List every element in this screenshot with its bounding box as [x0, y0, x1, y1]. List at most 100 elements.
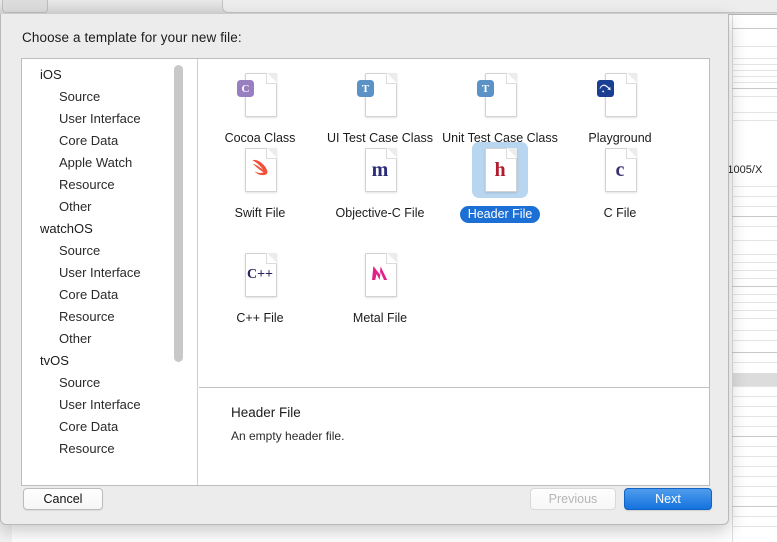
template-item-label: C++ File [201, 311, 319, 326]
background-table-row [732, 436, 777, 437]
sidebar-item-user-interface[interactable]: User Interface [22, 262, 197, 284]
sheet-title: Choose a template for your new file: [22, 30, 242, 45]
sidebar-item-user-interface[interactable]: User Interface [22, 108, 197, 130]
template-item-label-text: Objective-C File [335, 206, 425, 220]
sidebar-item-user-interface[interactable]: User Interface [22, 394, 197, 416]
ui-test-case-file-icon: T [352, 67, 408, 123]
sidebar-item-resource[interactable]: Resource [22, 306, 197, 328]
template-browser: iOS Source User Interface Core Data Apple Wa… [21, 58, 710, 486]
template-item-label: Swift File [201, 206, 319, 221]
objective-c-file-icon-glyph: m [371, 159, 389, 181]
sidebar-group-ios[interactable]: iOS [22, 64, 197, 86]
template-item-c-file[interactable]: c C File [561, 142, 679, 221]
background-table-row [732, 82, 777, 83]
background-table-row [732, 362, 777, 363]
background-table-row [732, 196, 777, 197]
template-item-label-text: Swift File [234, 206, 286, 220]
sidebar-item-other[interactable]: Other [22, 196, 197, 218]
template-item-unit-test-case-class[interactable]: T Unit Test Case Class [441, 67, 559, 146]
background-table-row [732, 28, 777, 29]
sidebar-item-other[interactable]: Other [22, 328, 197, 350]
c-file-icon: c [592, 142, 648, 198]
cancel-button[interactable]: Cancel [23, 488, 103, 510]
background-table-row [732, 310, 777, 311]
background-table-row [732, 64, 777, 65]
sidebar-item-source[interactable]: Source [22, 372, 197, 394]
background-table-row [732, 216, 777, 217]
template-item-swift-file[interactable]: Swift File [201, 142, 319, 221]
background-table-row [732, 112, 777, 113]
sidebar-item-source[interactable]: Source [22, 86, 197, 108]
sidebar-item-source[interactable]: Source [22, 240, 197, 262]
template-item-ui-test-case-class[interactable]: T UI Test Case Class [321, 67, 439, 146]
background-table-row [732, 302, 777, 303]
background-table-row [732, 426, 777, 427]
sidebar-item-apple-watch[interactable]: Apple Watch [22, 152, 197, 174]
background-table-row [732, 294, 777, 295]
background-table-row [732, 496, 777, 497]
template-item-label: Objective-C File [321, 206, 439, 221]
header-file-icon: h [472, 142, 528, 198]
template-item-header-file[interactable]: h Header File [441, 142, 559, 223]
next-button[interactable]: Next [624, 488, 712, 510]
template-item-metal-file[interactable]: Metal File [321, 247, 439, 326]
background-table-row [732, 516, 777, 517]
previous-button[interactable]: Previous [530, 488, 616, 510]
background-tab-left [2, 0, 48, 13]
swift-bird-glyph-icon [232, 157, 288, 183]
sidebar-item-core-data[interactable]: Core Data [22, 284, 197, 306]
background-table-row [732, 466, 777, 467]
platform-category-sidebar[interactable]: iOS Source User Interface Core Data Apple Wa… [22, 59, 198, 485]
background-table-row [732, 386, 777, 387]
sidebar-item-core-data[interactable]: Core Data [22, 416, 197, 438]
background-table-row [732, 526, 777, 527]
background-table-row [732, 76, 777, 77]
background-table-row [732, 278, 777, 279]
sidebar-item-resource[interactable]: Resource [22, 438, 197, 460]
background-table-row [732, 486, 777, 487]
background-table-row [732, 396, 777, 397]
metal-file-icon [352, 247, 408, 303]
sidebar-scrollbar-track[interactable] [174, 59, 191, 485]
sidebar-item-resource[interactable]: Resource [22, 174, 197, 196]
background-table-row [732, 120, 777, 121]
template-item-cocoa-class[interactable]: C Cocoa Class [201, 67, 319, 146]
template-item-objective-c-file[interactable]: m Objective-C File [321, 142, 439, 221]
template-item-label-text: Metal File [352, 311, 408, 325]
background-table-row [732, 456, 777, 457]
unit-test-case-file-icon-badge: T [477, 80, 494, 97]
template-item-label-text: C File [603, 206, 637, 220]
background-table-row [732, 240, 777, 241]
background-table-row [732, 254, 777, 255]
background-selected-row [732, 373, 777, 386]
template-grid[interactable]: C Cocoa Class T UI Test Case Class T Unit Tes… [199, 59, 709, 387]
background-table-row [732, 58, 777, 59]
swift-file-icon [232, 142, 288, 198]
template-item-c-file[interactable]: C++ C++ File [201, 247, 319, 326]
cocoa-class-file-icon-badge: C [237, 80, 254, 97]
background-tab-main [222, 0, 777, 13]
background-table-row [732, 446, 777, 447]
template-item-label-text: Header File [459, 206, 541, 223]
background-table-row [732, 226, 777, 227]
sidebar-item-core-data[interactable]: Core Data [22, 130, 197, 152]
background-table-row [732, 262, 777, 263]
template-item-playground[interactable]: Playground [561, 67, 679, 146]
background-table-row [732, 340, 777, 341]
playground-glyph-icon [599, 84, 611, 93]
background-table-row [732, 352, 777, 353]
background-table-row [732, 186, 777, 187]
sidebar-scrollbar-thumb[interactable] [174, 65, 183, 362]
background-table-row [732, 206, 777, 207]
sidebar-group-watchos[interactable]: watchOS [22, 218, 197, 240]
ui-test-case-file-icon-badge: T [357, 80, 374, 97]
cpp-file-icon: C++ [232, 247, 288, 303]
objective-c-file-icon: m [352, 142, 408, 198]
background-table-row [732, 506, 777, 507]
playground-file-icon-badge [597, 80, 614, 97]
background-table-row [732, 70, 777, 71]
sidebar-group-tvos[interactable]: tvOS [22, 350, 197, 372]
background-table-row [732, 476, 777, 477]
background-table-row [732, 270, 777, 271]
background-table-row [732, 330, 777, 331]
